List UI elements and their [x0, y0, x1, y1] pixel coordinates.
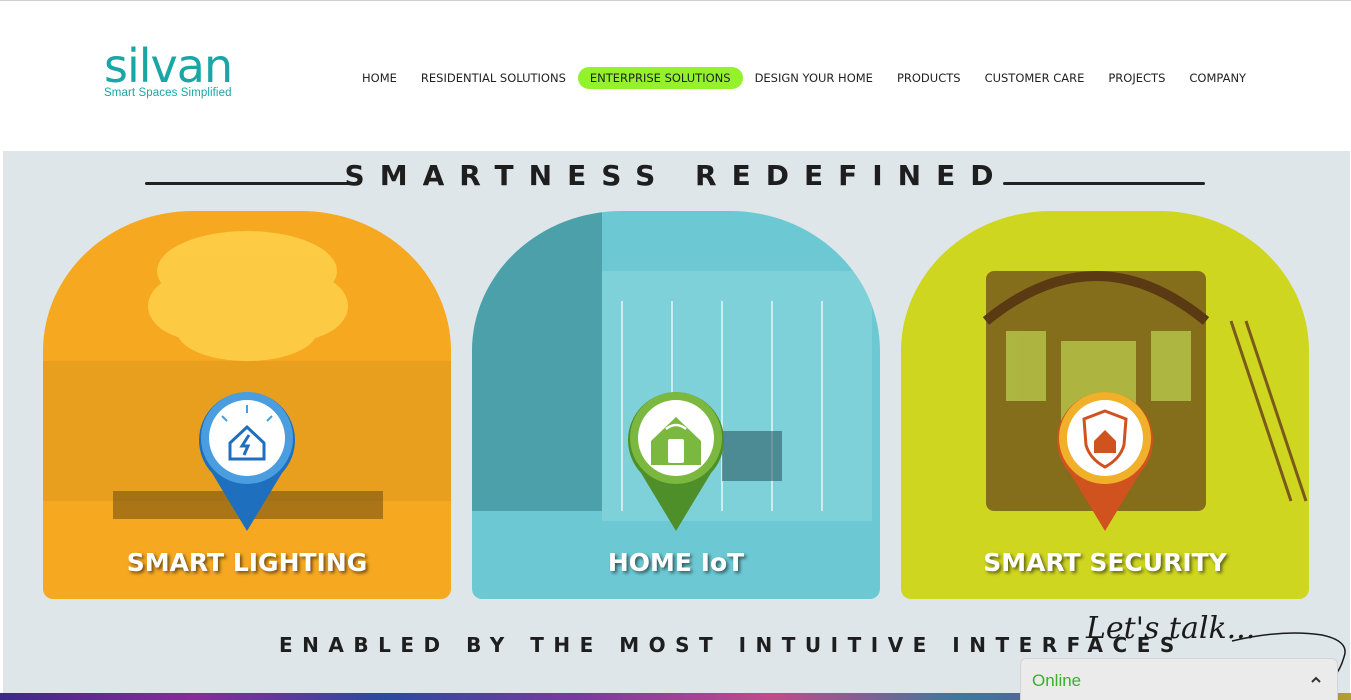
- card-smart-lighting[interactable]: SMART LIGHTING: [43, 211, 451, 599]
- nav-enterprise-solutions[interactable]: ENTERPRISE SOLUTIONS: [577, 67, 743, 89]
- hero-title: SMARTNESS REDEFINED: [344, 159, 1009, 192]
- card-label-smart-security: SMART SECURITY: [983, 548, 1227, 577]
- nav-company[interactable]: COMPANY: [1177, 67, 1258, 89]
- title-divider-right: [1003, 182, 1205, 185]
- nav-products[interactable]: PRODUCTS: [885, 67, 973, 89]
- logo[interactable]: silvan Smart Spaces Simplified: [104, 39, 233, 99]
- smart-lighting-pin-icon: [199, 392, 295, 531]
- hero-title-row: SMARTNESS REDEFINED: [3, 159, 1350, 195]
- nav-customer-care[interactable]: CUSTOMER CARE: [973, 67, 1097, 89]
- logo-tagline: Smart Spaces Simplified: [104, 87, 232, 99]
- home-iot-pin-icon: [628, 392, 724, 531]
- nav-residential-solutions[interactable]: RESIDENTIAL SOLUTIONS: [409, 67, 578, 89]
- nav-projects[interactable]: PROJECTS: [1096, 67, 1177, 89]
- page: silvan Smart Spaces Simplified HOME RESI…: [0, 0, 1351, 700]
- logo-wordmark: silvan: [104, 39, 233, 93]
- card-label-smart-lighting: SMART LIGHTING: [126, 548, 368, 577]
- smart-security-pin-icon: [1057, 392, 1153, 531]
- card-home-iot[interactable]: HOME IoT: [472, 211, 880, 599]
- site-header: silvan Smart Spaces Simplified HOME RESI…: [0, 1, 1351, 151]
- nav-design-your-home[interactable]: DESIGN YOUR HOME: [743, 67, 885, 89]
- chevron-up-icon[interactable]: [1309, 673, 1323, 687]
- hero-subtitle: ENABLED BY THE MOST INTUITIVE INTERFACES: [279, 633, 1184, 657]
- card-smart-security[interactable]: SMART SECURITY: [901, 211, 1309, 599]
- card-label-home-iot: HOME IoT: [607, 548, 745, 577]
- nav-home[interactable]: HOME: [350, 67, 409, 89]
- main-nav: HOME RESIDENTIAL SOLUTIONS ENTERPRISE SO…: [350, 67, 1258, 89]
- chat-widget-bar[interactable]: Online: [1020, 658, 1338, 700]
- lets-talk-text: Let's talk...: [1086, 611, 1256, 646]
- chat-status: Online: [1032, 671, 1082, 690]
